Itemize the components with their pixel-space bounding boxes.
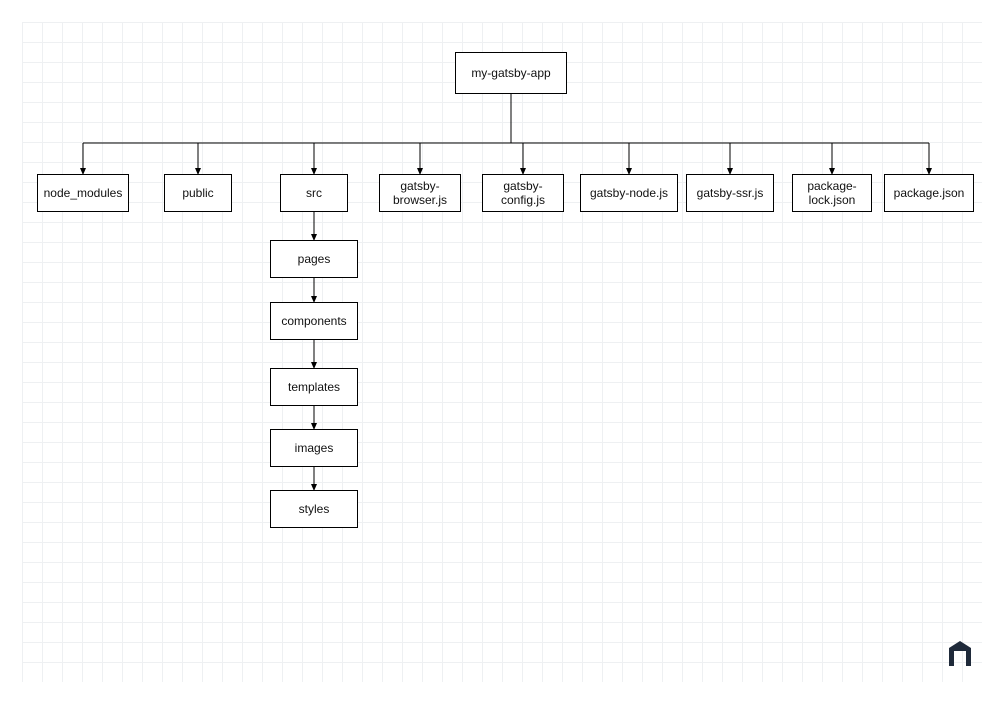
node-components[interactable]: components [270, 302, 358, 340]
node-gatsby-ssr-js[interactable]: gatsby-ssr.js [686, 174, 774, 212]
node-label: src [302, 186, 326, 200]
node-styles[interactable]: styles [270, 490, 358, 528]
node-templates[interactable]: templates [270, 368, 358, 406]
node-label: pages [294, 252, 335, 266]
node-src[interactable]: src [280, 174, 348, 212]
node-gatsby-browser-js[interactable]: gatsby-browser.js [379, 174, 461, 212]
node-package-json[interactable]: package.json [884, 174, 974, 212]
node-public[interactable]: public [164, 174, 232, 212]
node-images[interactable]: images [270, 429, 358, 467]
node-label: public [178, 186, 217, 200]
node-label: templates [284, 380, 344, 394]
connector-layer [22, 22, 982, 682]
node-label: node_modules [40, 186, 127, 200]
node-label: gatsby-config.js [483, 179, 563, 208]
logo-icon [947, 636, 973, 668]
node-label: package-lock.json [793, 179, 871, 208]
node-label: styles [295, 502, 334, 516]
node-label: gatsby-ssr.js [693, 186, 768, 200]
node-label: images [291, 441, 338, 455]
node-label: gatsby-node.js [586, 186, 672, 200]
node-gatsby-node-js[interactable]: gatsby-node.js [580, 174, 678, 212]
node-pages[interactable]: pages [270, 240, 358, 278]
node-label: components [277, 314, 350, 328]
node-node_modules[interactable]: node_modules [37, 174, 129, 212]
node-label: my-gatsby-app [467, 66, 554, 80]
node-label: gatsby-browser.js [380, 179, 460, 208]
diagram-canvas: my-gatsby-app node_modules public src ga… [22, 22, 982, 682]
node-package-lock-json[interactable]: package-lock.json [792, 174, 872, 212]
node-label: package.json [890, 186, 969, 200]
node-gatsby-config-js[interactable]: gatsby-config.js [482, 174, 564, 212]
root-node-my-gatsby-app[interactable]: my-gatsby-app [455, 52, 567, 94]
